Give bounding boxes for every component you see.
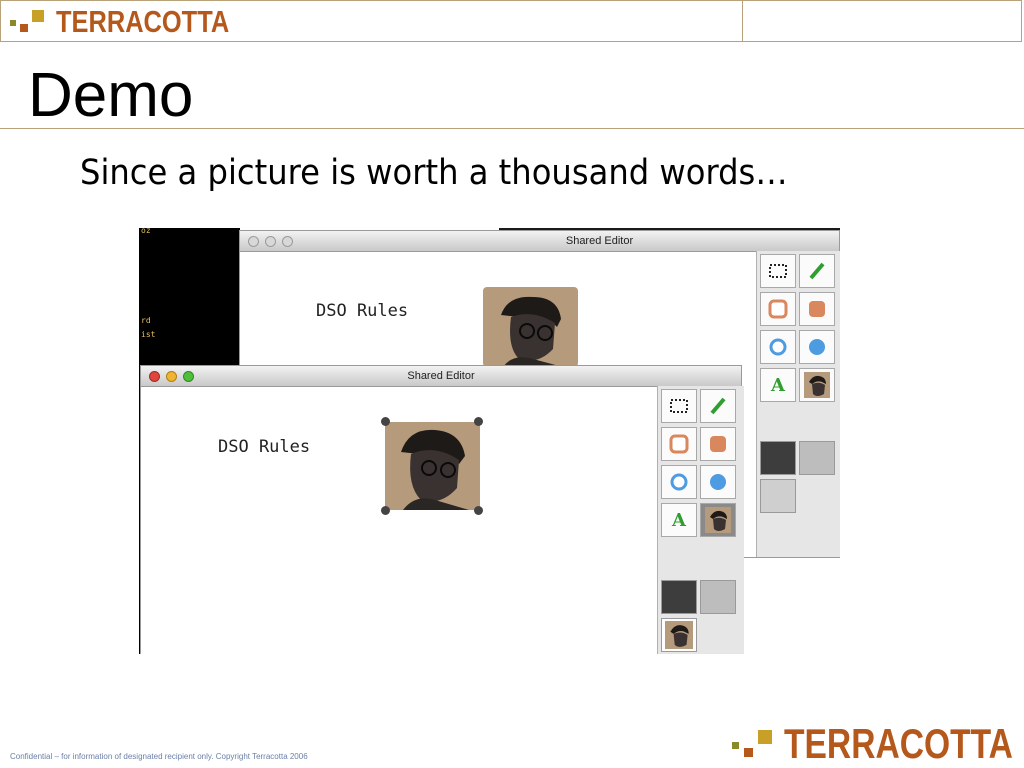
canvas-text[interactable]: DSO Rules <box>218 437 310 457</box>
window-title: Shared Editor <box>565 235 634 247</box>
select-rect-tool[interactable] <box>661 389 697 423</box>
image-swatch[interactable] <box>661 618 697 652</box>
line-tool[interactable] <box>799 254 835 288</box>
image-tool[interactable] <box>799 368 835 402</box>
title-divider <box>0 128 1024 129</box>
slide-subtitle: Since a picture is worth a thousand word… <box>80 153 788 193</box>
slide-title: Demo <box>28 61 194 130</box>
dark-color-swatch[interactable] <box>760 441 796 475</box>
text-tool[interactable]: A <box>760 368 796 402</box>
demo-screenshot: oz rd ist Shared Editor DSO Rules A Shar… <box>139 228 840 654</box>
select-rect-tool[interactable] <box>760 254 796 288</box>
terracotta-logo-icon <box>10 10 44 32</box>
terminal-line: ist <box>141 330 156 339</box>
rect-outline-tool[interactable] <box>661 427 697 461</box>
resize-handle-bottom-left[interactable] <box>381 506 390 515</box>
portrait-image[interactable] <box>385 422 480 510</box>
footer-logo-text: TERRACOTTA <box>784 720 1013 767</box>
zoom-button[interactable] <box>282 236 293 247</box>
window-titlebar[interactable]: Shared Editor <box>240 231 839 252</box>
close-button[interactable] <box>248 236 259 247</box>
minimize-button[interactable] <box>265 236 276 247</box>
header-logo-text: TERRACOTTA <box>56 4 230 39</box>
oval-outline-tool[interactable] <box>661 465 697 499</box>
header-divider <box>742 0 743 42</box>
line-tool[interactable] <box>700 389 736 423</box>
confidential-notice: Confidential – for information of design… <box>10 752 308 761</box>
resize-handle-top-right[interactable] <box>474 417 483 426</box>
rect-filled-tool[interactable] <box>799 292 835 326</box>
tool-palette: A <box>756 251 840 557</box>
window-title: Shared Editor <box>407 370 475 382</box>
dark-color-swatch[interactable] <box>661 580 697 614</box>
oval-filled-tool[interactable] <box>700 465 736 499</box>
image-swatch[interactable] <box>760 479 796 513</box>
light-color-swatch[interactable] <box>700 580 736 614</box>
shared-editor-window-front[interactable]: Shared Editor DSO Rules A <box>140 365 744 654</box>
terminal-line: oz <box>141 228 151 235</box>
canvas-text[interactable]: DSO Rules <box>316 301 408 321</box>
light-color-swatch[interactable] <box>799 441 835 475</box>
portrait-image[interactable] <box>483 287 578 367</box>
rect-filled-tool[interactable] <box>700 427 736 461</box>
rect-outline-tool[interactable] <box>760 292 796 326</box>
oval-filled-tool[interactable] <box>799 330 835 364</box>
image-tool[interactable] <box>700 503 736 537</box>
resize-handle-top-left[interactable] <box>381 417 390 426</box>
oval-outline-tool[interactable] <box>760 330 796 364</box>
resize-handle-bottom-right[interactable] <box>474 506 483 515</box>
window-titlebar[interactable]: Shared Editor <box>141 366 741 387</box>
terminal-line: rd <box>141 316 151 325</box>
tool-palette: A <box>657 386 744 654</box>
text-tool[interactable]: A <box>661 503 697 537</box>
terracotta-logo-icon <box>732 730 772 757</box>
